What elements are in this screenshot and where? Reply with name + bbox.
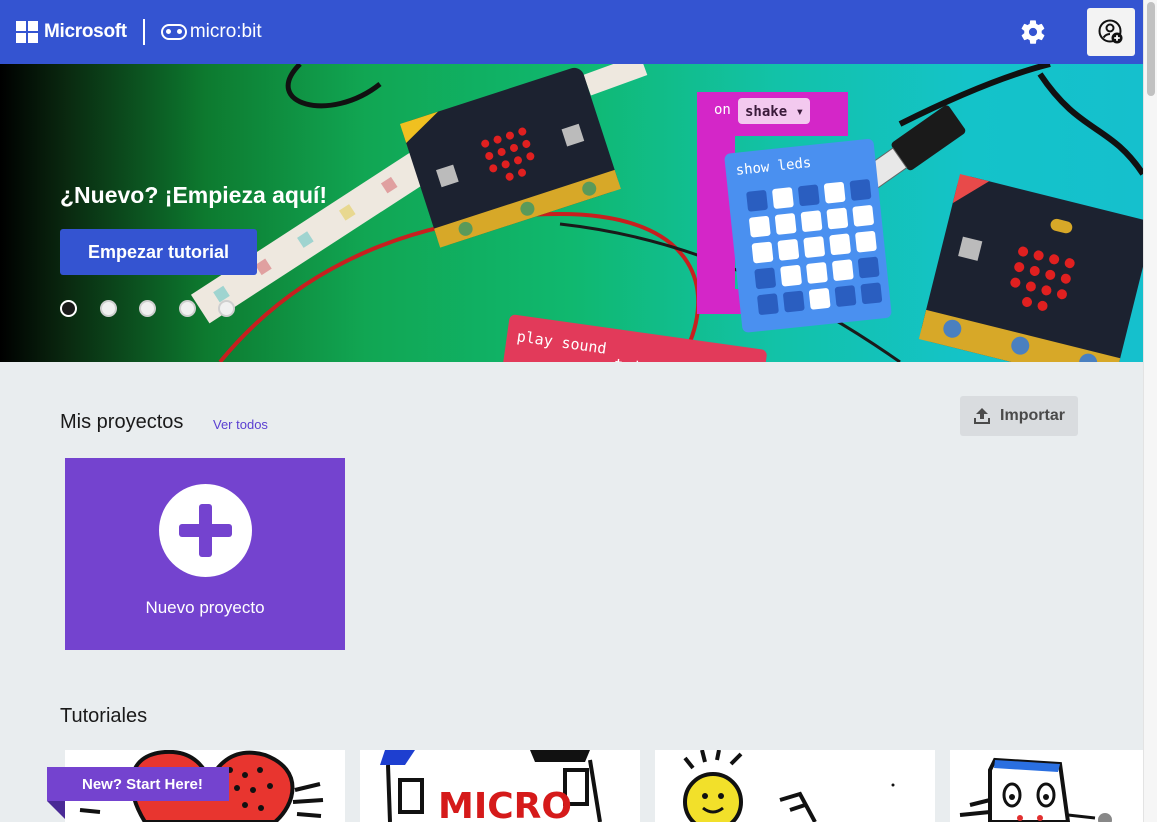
import-label: Importar (1000, 407, 1065, 424)
carousel-dot-5[interactable] (218, 300, 235, 317)
settings-button[interactable] (1019, 18, 1047, 46)
carousel-dots (60, 300, 258, 317)
robot-illustration (959, 757, 1112, 822)
start-tutorial-button[interactable]: Empezar tutorial (60, 229, 257, 275)
user-add-icon (1098, 19, 1123, 44)
tutorial-card-2[interactable]: MICRO (360, 750, 640, 822)
see-all-link[interactable]: Ver todos (213, 417, 268, 432)
carousel-dot-1[interactable] (60, 300, 77, 317)
new-project-label: Nuevo proyecto (145, 598, 265, 617)
micro-art-text: MICRO (438, 786, 572, 822)
microbit-logo[interactable]: micro:bit (160, 21, 262, 43)
lightbulb-illustration (683, 750, 895, 822)
block-on-label: on (714, 102, 731, 118)
windows-logo-icon (16, 21, 38, 43)
my-projects-title: Mis proyectos (60, 411, 184, 433)
tutorial-card-3[interactable] (655, 750, 935, 822)
carousel-dot-4[interactable] (178, 300, 196, 317)
carousel-dot-3[interactable] (139, 300, 156, 317)
page-scrollbar[interactable] (1143, 0, 1157, 822)
tutorials-title: Tutoriales (60, 705, 148, 727)
microsoft-logo[interactable]: Microsoft (16, 21, 127, 43)
plus-icon (158, 484, 252, 577)
hero-carousel: on shake ▾ show leds play sound twinkle (0, 64, 1143, 362)
hero-illustration: on shake ▾ show leds play sound twinkle (190, 64, 1143, 362)
micro-sign-illustration: MICRO (380, 750, 602, 822)
tutorial-card-4[interactable] (950, 750, 1143, 822)
carousel-dot-2[interactable] (99, 300, 117, 317)
top-bar: Microsoft micro:bit (0, 0, 1143, 64)
upload-icon (974, 408, 991, 424)
hero-title: ¿Nuevo? ¡Empieza aquí! (60, 182, 328, 208)
logo-divider (142, 19, 145, 45)
sign-in-button[interactable] (1087, 8, 1135, 56)
microbit-logo-icon (160, 24, 187, 40)
banner-fold (47, 801, 65, 819)
microsoft-label: Microsoft (44, 21, 127, 42)
new-project-card[interactable]: Nuevo proyecto (65, 458, 345, 650)
microbit-label: micro:bit (189, 21, 262, 42)
block-shake-label: shake ▾ (745, 104, 804, 120)
scrollbar-thumb[interactable] (1147, 2, 1155, 96)
import-button[interactable]: Importar (960, 396, 1078, 436)
gear-icon (1021, 20, 1045, 44)
new-start-here-banner[interactable]: New? Start Here! (47, 767, 229, 801)
